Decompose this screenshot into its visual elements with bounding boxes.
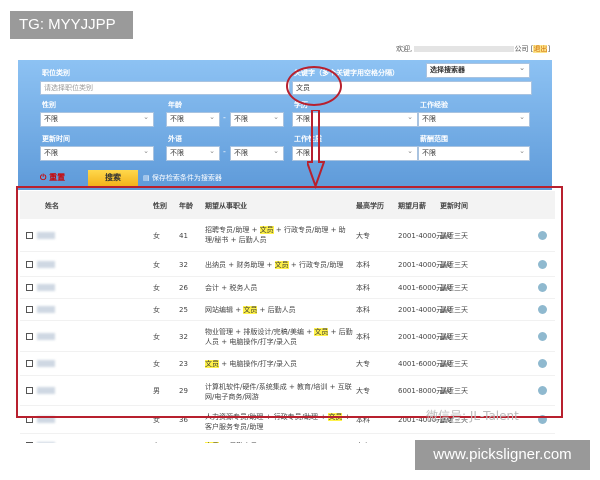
save-searcher-label: 保存检索条件为搜索器 xyxy=(151,174,222,182)
age-from-select[interactable]: 不限 xyxy=(166,111,220,127)
desired-job: 文员 + 后勤人员 xyxy=(205,441,355,443)
experience-select[interactable]: 不限 xyxy=(418,111,530,127)
language-dash: - xyxy=(223,147,226,156)
language-from-select[interactable]: 不限 xyxy=(166,145,220,161)
gender-select[interactable]: 不限 xyxy=(40,111,154,127)
tg-watermark: TG: MYYJJPP xyxy=(10,11,133,39)
welcome-bar: 欢迎, 公司 [退出] xyxy=(396,45,551,53)
job-text: + 后勤人员 xyxy=(219,442,257,443)
company-name-blurred xyxy=(414,46,515,52)
site-watermark: www.picksligner.com xyxy=(415,440,590,470)
search-panel: 职位类别 请选择职位类别 关键字（多个关键字用空格分隔） 选择搜索器 文员 性别… xyxy=(18,60,552,190)
update-time-select[interactable]: 不限 xyxy=(40,145,154,161)
annotation-oval xyxy=(286,66,342,106)
save-icon: ▤ xyxy=(143,174,150,182)
age-to-select[interactable]: 不限 xyxy=(230,111,284,127)
salary-range-label: 薪酬范围 xyxy=(420,135,448,143)
education: 大专 xyxy=(356,441,370,443)
gender: 女 xyxy=(153,441,160,443)
searcher-select[interactable]: 选择搜索器 xyxy=(426,62,530,78)
age-dash: - xyxy=(223,113,226,122)
experience-label: 工作经验 xyxy=(420,101,448,109)
power-icon: ⏻ xyxy=(40,173,47,182)
search-button[interactable]: 搜索 xyxy=(88,170,138,186)
job-category-label: 职位类别 xyxy=(42,69,70,77)
job-keyword-highlight: 文员 xyxy=(205,442,219,443)
annotation-rectangle xyxy=(16,186,563,418)
save-searcher-link[interactable]: ▤ 保存检索条件为搜索器 xyxy=(143,173,222,183)
gender-label: 性别 xyxy=(42,101,56,109)
update-time-label: 更新时间 xyxy=(42,135,70,143)
reset-button[interactable]: ⏻ 重置 xyxy=(40,172,65,183)
age-label: 年龄 xyxy=(168,101,182,109)
annotation-arrow-icon xyxy=(307,110,325,189)
language-to-select[interactable]: 不限 xyxy=(230,145,284,161)
language-label: 外语 xyxy=(168,135,182,143)
candidate-name-blurred[interactable] xyxy=(37,442,55,443)
age: 35 xyxy=(179,441,188,443)
row-checkbox[interactable] xyxy=(26,442,33,443)
logout-link[interactable]: 退出 xyxy=(533,45,548,53)
welcome-text: 欢迎, xyxy=(396,45,413,53)
job-category-input[interactable]: 请选择职位类别 xyxy=(40,81,290,95)
reset-label: 重置 xyxy=(49,173,66,182)
salary-range-select[interactable]: 不限 xyxy=(418,145,530,161)
wechat-watermark: 微信号: JL-Talent xyxy=(426,409,519,423)
company-suffix: 公司 xyxy=(514,45,529,53)
